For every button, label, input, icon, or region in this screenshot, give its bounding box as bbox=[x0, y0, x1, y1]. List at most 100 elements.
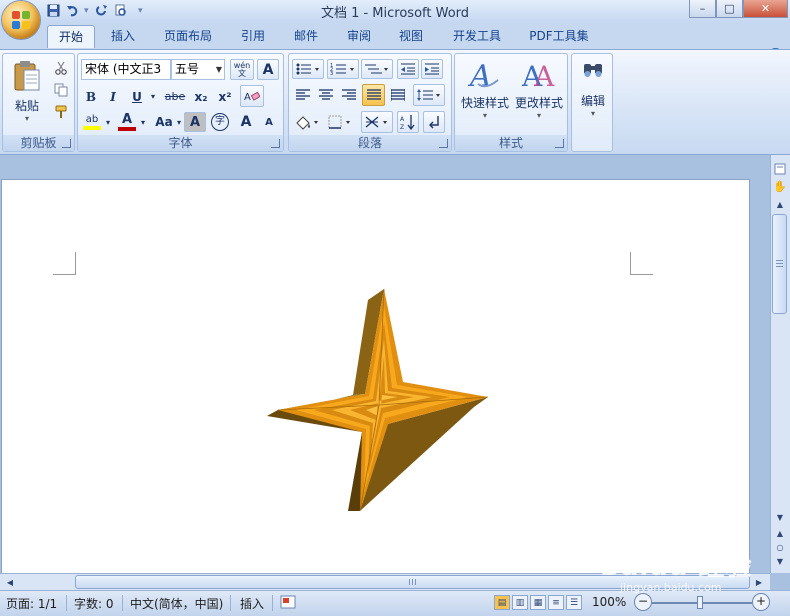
scroll-right-icon[interactable]: ▶ bbox=[752, 575, 766, 589]
zoom-level[interactable]: 100% bbox=[592, 595, 626, 609]
paragraph-launcher-icon[interactable] bbox=[439, 139, 448, 148]
tab-developer[interactable]: 开发工具 bbox=[444, 25, 510, 47]
outline-view-icon[interactable]: ≡ bbox=[548, 595, 564, 610]
align-center-icon[interactable] bbox=[315, 85, 337, 105]
four-point-star-shape[interactable] bbox=[264, 284, 504, 524]
grow-font-button[interactable]: A bbox=[235, 112, 257, 132]
print-preview-icon[interactable] bbox=[113, 3, 128, 18]
styles-launcher-icon[interactable] bbox=[555, 139, 564, 148]
font-size-select[interactable]: 五号 ▼ bbox=[171, 59, 225, 80]
web-layout-icon[interactable]: ▦ bbox=[530, 595, 546, 610]
chevron-down-icon[interactable]: ▾ bbox=[84, 6, 90, 16]
subscript-button[interactable]: x₂ bbox=[190, 86, 212, 107]
word-count-status[interactable]: 字数: 0 bbox=[74, 595, 114, 612]
phonetic-guide-button[interactable]: wén 文 bbox=[230, 59, 254, 80]
next-page-icon[interactable]: ▼ bbox=[773, 554, 787, 568]
clear-formatting-button[interactable]: A bbox=[240, 85, 264, 107]
tab-view[interactable]: 视图 bbox=[388, 25, 434, 47]
strikethrough-button[interactable]: abe bbox=[162, 86, 188, 107]
zoom-in-button[interactable]: + bbox=[752, 593, 770, 611]
shading-icon[interactable] bbox=[292, 111, 322, 133]
chevron-down-icon[interactable]: ▾ bbox=[138, 112, 148, 132]
bold-button[interactable]: B bbox=[81, 86, 101, 107]
scroll-up-icon[interactable]: ▲ bbox=[773, 197, 787, 211]
chevron-down-icon[interactable]: ▾ bbox=[175, 112, 183, 132]
italic-button[interactable]: I bbox=[103, 86, 123, 107]
show-paragraph-marks-button[interactable] bbox=[423, 111, 445, 133]
clipboard-launcher-icon[interactable] bbox=[62, 139, 71, 148]
sort-button[interactable]: AZ bbox=[397, 111, 419, 133]
scroll-left-icon[interactable]: ◀ bbox=[3, 575, 17, 589]
close-button[interactable]: ✕ bbox=[743, 0, 788, 18]
align-left-icon[interactable] bbox=[292, 85, 314, 105]
customize-qat-icon[interactable]: ▾ bbox=[138, 6, 144, 16]
change-case-button[interactable]: Aa bbox=[152, 112, 176, 132]
tab-review[interactable]: 审阅 bbox=[336, 25, 382, 47]
previous-page-icon[interactable]: ▲ bbox=[773, 526, 787, 540]
distributed-align-icon[interactable] bbox=[387, 85, 409, 105]
quick-styles-button[interactable]: A 快速样式 ▾ bbox=[458, 56, 512, 130]
copy-icon[interactable] bbox=[53, 82, 69, 98]
justify-icon[interactable] bbox=[362, 84, 385, 106]
minimize-button[interactable]: – bbox=[689, 0, 716, 18]
editing-button[interactable]: 编辑 ▾ bbox=[574, 56, 612, 130]
chinese-layout-icon bbox=[365, 116, 387, 128]
tab-references[interactable]: 引用 bbox=[230, 25, 276, 47]
redo-icon[interactable] bbox=[94, 3, 109, 18]
char-border-button[interactable]: A bbox=[257, 59, 279, 80]
char-shading-button[interactable]: A bbox=[184, 112, 206, 132]
numbering-button[interactable]: 123 bbox=[327, 59, 359, 79]
office-button[interactable] bbox=[2, 1, 40, 39]
numbering-icon: 123 bbox=[330, 63, 354, 76]
format-painter-icon[interactable] bbox=[53, 104, 69, 120]
tab-mailings[interactable]: 邮件 bbox=[283, 25, 329, 47]
underline-button[interactable]: U bbox=[126, 86, 148, 107]
print-layout-view-icon[interactable]: ▤ bbox=[494, 595, 510, 610]
macro-record-icon[interactable] bbox=[280, 594, 296, 613]
increase-indent-button[interactable] bbox=[421, 59, 443, 79]
line-spacing-button[interactable] bbox=[413, 84, 445, 106]
scroll-down-icon[interactable]: ▼ bbox=[773, 510, 787, 524]
multilevel-list-button[interactable] bbox=[361, 59, 393, 79]
tab-insert[interactable]: 插入 bbox=[100, 25, 146, 47]
paste-button[interactable]: 粘贴 ▾ bbox=[7, 56, 47, 126]
ruler-toggle-icon[interactable] bbox=[773, 162, 787, 176]
highlight-button[interactable]: ab bbox=[81, 112, 103, 132]
tab-home[interactable]: 开始 bbox=[47, 25, 95, 48]
undo-icon[interactable] bbox=[65, 3, 80, 18]
zoom-out-button[interactable]: − bbox=[634, 593, 652, 611]
insert-mode-status[interactable]: 插入 bbox=[240, 595, 264, 612]
vertical-scrollbar[interactable]: ✋ ▲ ▼ ▲ ○ ▼ bbox=[770, 155, 790, 573]
tab-page-layout[interactable]: 页面布局 bbox=[158, 25, 218, 47]
superscript-button[interactable]: x² bbox=[214, 86, 236, 107]
pan-hand-icon[interactable]: ✋ bbox=[773, 179, 787, 193]
font-color-button[interactable]: A bbox=[116, 112, 138, 132]
chevron-down-icon[interactable]: ▾ bbox=[103, 112, 113, 132]
enclose-char-button[interactable]: 字 bbox=[209, 112, 231, 132]
decrease-indent-button[interactable] bbox=[397, 59, 419, 79]
shrink-font-button[interactable]: A bbox=[258, 112, 280, 132]
bullets-button[interactable] bbox=[292, 59, 324, 79]
vertical-scroll-thumb[interactable] bbox=[772, 214, 787, 314]
language-status[interactable]: 中文(简体，中国) bbox=[130, 595, 223, 612]
borders-icon[interactable] bbox=[325, 111, 355, 133]
save-icon[interactable] bbox=[46, 3, 61, 18]
align-right-icon[interactable] bbox=[338, 85, 360, 105]
maximize-button[interactable]: □ bbox=[716, 0, 743, 18]
status-divider bbox=[230, 595, 231, 611]
draft-view-icon[interactable]: ☰ bbox=[566, 595, 582, 610]
select-browse-object-icon[interactable]: ○ bbox=[773, 540, 787, 554]
chinese-layout-button[interactable] bbox=[361, 111, 393, 133]
chevron-down-icon: ▾ bbox=[24, 114, 29, 123]
zoom-slider-thumb[interactable] bbox=[697, 596, 703, 609]
font-color-label: A bbox=[121, 112, 133, 127]
cut-icon[interactable] bbox=[53, 60, 69, 76]
change-styles-button[interactable]: A A 更改样式 ▾ bbox=[512, 56, 566, 130]
font-launcher-icon[interactable] bbox=[271, 139, 280, 148]
tab-pdf-tools[interactable]: PDF工具集 bbox=[522, 25, 596, 47]
full-screen-reading-icon[interactable]: ▥ bbox=[512, 595, 528, 610]
chevron-down-icon[interactable]: ▾ bbox=[148, 86, 158, 107]
document-page[interactable] bbox=[1, 179, 750, 573]
page-count-status[interactable]: 页面: 1/1 bbox=[6, 595, 57, 612]
font-name-select[interactable]: 宋体 (中文正3 bbox=[81, 59, 171, 80]
